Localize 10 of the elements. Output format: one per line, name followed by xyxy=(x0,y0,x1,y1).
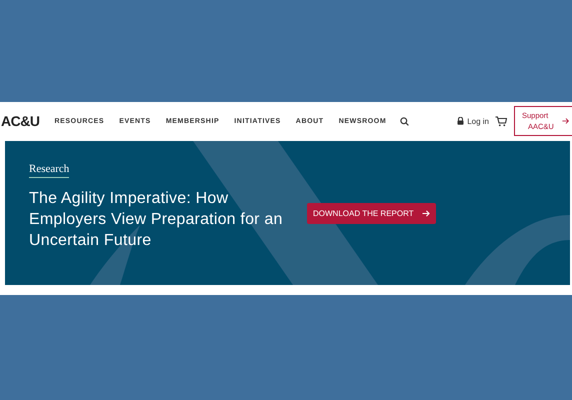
category-label: Research xyxy=(29,163,70,178)
arrow-icon xyxy=(562,117,569,125)
arrow-icon xyxy=(422,210,430,217)
search-icon[interactable] xyxy=(400,116,410,126)
lock-icon xyxy=(457,117,464,125)
cart-icon[interactable] xyxy=(495,116,507,126)
login-link[interactable]: Log in xyxy=(467,116,489,126)
download-button[interactable]: DOWNLOAD THE REPORT xyxy=(307,203,436,224)
logo[interactable]: AC&U xyxy=(1,113,40,129)
banner-title: The Agility Imperative: How Employers View Preparation for an Uncertain Future xyxy=(29,189,284,251)
